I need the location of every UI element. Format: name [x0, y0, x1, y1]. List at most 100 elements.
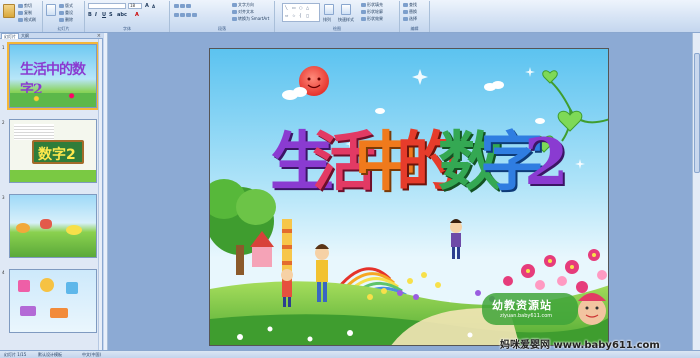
quick-styles-button[interactable]: [341, 4, 351, 15]
arrange-button[interactable]: [324, 4, 334, 15]
triangle-shape-icon: △: [306, 5, 310, 10]
text-direction-button[interactable]: 文字方向: [232, 2, 254, 8]
thumbnail-number: 3: [2, 195, 5, 200]
shadow-button[interactable]: S: [109, 12, 113, 18]
callout-shape-icon: ◻: [306, 13, 310, 18]
align-text-button[interactable]: 对齐文本: [232, 9, 254, 15]
oval-shape-icon: ○: [299, 5, 303, 10]
thumbnail-text-lines: [14, 124, 54, 140]
align-text-icon: [232, 10, 237, 14]
italic-button[interactable]: I: [95, 12, 97, 18]
cut-button[interactable]: 剪切: [18, 3, 32, 9]
arrange-label: 排列: [323, 17, 331, 22]
bullets-button[interactable]: [174, 3, 192, 8]
copy-icon: [18, 11, 23, 15]
outline-icon: [361, 10, 366, 14]
shape-effects-button[interactable]: 形状效果: [361, 16, 383, 22]
thumbnail-image: [9, 194, 97, 258]
underline-button[interactable]: U: [102, 12, 106, 18]
font-color-button[interactable]: A: [135, 12, 139, 18]
scrollbar-thumb[interactable]: [694, 53, 700, 173]
shape-outline-button[interactable]: 形状轮廓: [361, 9, 383, 15]
thumbnail-number: 1: [2, 45, 5, 50]
language-indicator: 中文(中国): [82, 352, 102, 357]
thumbnail-item: [20, 306, 36, 316]
thumbnail-animal: [40, 219, 52, 229]
font-group-label: 字体: [123, 26, 131, 31]
text-direction-icon: [232, 3, 237, 7]
slides-group-label: 幻灯片: [57, 26, 70, 31]
bold-button[interactable]: B: [88, 12, 92, 18]
numbering-icon: [180, 4, 185, 8]
reset-button[interactable]: 重设: [59, 10, 73, 16]
watermark-text: 妈咪爱婴网 www.baby611.com: [500, 340, 660, 351]
quick-styles-label: 快速样式: [338, 17, 354, 22]
thumbnail-image: 生活中的数字2: [7, 42, 99, 110]
slides-group: 版式 重设 删除 幻灯片: [43, 1, 85, 32]
scissors-icon: [18, 4, 23, 8]
clipboard-group: 剪切 复制 格式刷: [0, 1, 43, 32]
select-icon: [403, 17, 408, 21]
align-center-icon: [180, 13, 185, 17]
slide-canvas[interactable]: 生 活 中 的 数 字 2 幼教资源站 ziyuan.baby611.com: [209, 48, 609, 346]
paragraph-group-label: 段落: [218, 26, 226, 31]
delete-icon: [59, 18, 64, 22]
brace-shape-icon: {: [299, 13, 302, 18]
layout-button[interactable]: 版式: [59, 3, 73, 9]
thumbnail-grass: [10, 170, 96, 182]
status-bar: 幻灯片 1/15 默认设计模板 中文(中国): [0, 350, 700, 358]
font-size-field[interactable]: 18: [128, 3, 142, 9]
slide-title[interactable]: 生 活 中 的 数 字 2: [270, 131, 570, 217]
replace-button[interactable]: 替换: [403, 9, 417, 15]
new-slide-button[interactable]: [46, 4, 56, 16]
thumbnail-scrollbar[interactable]: [98, 39, 102, 350]
paste-button[interactable]: [3, 4, 15, 18]
shape-fill-button[interactable]: 形状填充: [361, 2, 383, 8]
effects-icon: [361, 17, 366, 21]
layout-icon: [59, 4, 64, 8]
smartart-button[interactable]: 转换为 SmartArt: [232, 16, 269, 22]
strikethrough-button[interactable]: abc: [117, 12, 127, 18]
thumbnail-item: [66, 282, 78, 294]
fill-icon: [361, 3, 366, 7]
font-group: 18 A A B I U S abc A 字体: [85, 1, 170, 32]
thumbnail-flowers: [10, 93, 96, 107]
indent-icon: [186, 4, 191, 8]
format-painter-button[interactable]: 格式刷: [18, 17, 36, 23]
copy-button[interactable]: 复制: [18, 10, 32, 16]
logo-url: ziyuan.baby611.com: [500, 313, 553, 319]
find-button[interactable]: 查找: [403, 2, 417, 8]
title-char: 2: [524, 125, 569, 200]
brush-icon: [18, 18, 23, 22]
justify-icon: [192, 13, 197, 17]
ribbon: 剪切 复制 格式刷 版式 重设 删除 幻灯片 18 A A B I U S ab…: [0, 0, 700, 33]
font-name-field[interactable]: [88, 3, 126, 9]
thumbnail-image: [9, 269, 97, 333]
thumbnail-number: 4: [2, 270, 5, 275]
editing-group: 查找 替换 选择 编辑: [400, 1, 430, 32]
reset-icon: [59, 11, 64, 15]
align-buttons[interactable]: [174, 12, 198, 17]
rectangle-shape-icon: ▭: [292, 5, 296, 10]
thumbnail-animal: [66, 225, 82, 235]
chalkboard: 数字2: [32, 140, 84, 164]
vertical-scrollbar[interactable]: [692, 33, 700, 350]
thumbnail-item: [18, 280, 30, 292]
thumbnail-item: [40, 278, 54, 292]
shrink-font-button[interactable]: A: [152, 4, 155, 9]
shapes-gallery[interactable]: ╲ ▭ ○ △ ⇨ ☆ { ◻: [282, 3, 320, 22]
thumbnail-animal: [16, 223, 30, 233]
select-button[interactable]: 选择: [403, 16, 417, 22]
tab-slides[interactable]: 幻灯片: [1, 33, 19, 39]
slide-counter: 幻灯片 1/15: [4, 352, 27, 357]
delete-slide-button[interactable]: 删除: [59, 17, 73, 23]
bullets-icon: [174, 4, 179, 8]
tab-outline[interactable]: 大纲: [19, 33, 31, 39]
smartart-icon: [232, 17, 237, 21]
star-shape-icon: ☆: [292, 13, 296, 18]
drawing-group-label: 绘图: [333, 26, 341, 31]
align-right-icon: [186, 13, 191, 17]
line-shape-icon: ╲: [285, 5, 288, 10]
panel-tabs: 幻灯片 大纲 ×: [0, 33, 103, 39]
grow-font-button[interactable]: A: [145, 3, 149, 9]
